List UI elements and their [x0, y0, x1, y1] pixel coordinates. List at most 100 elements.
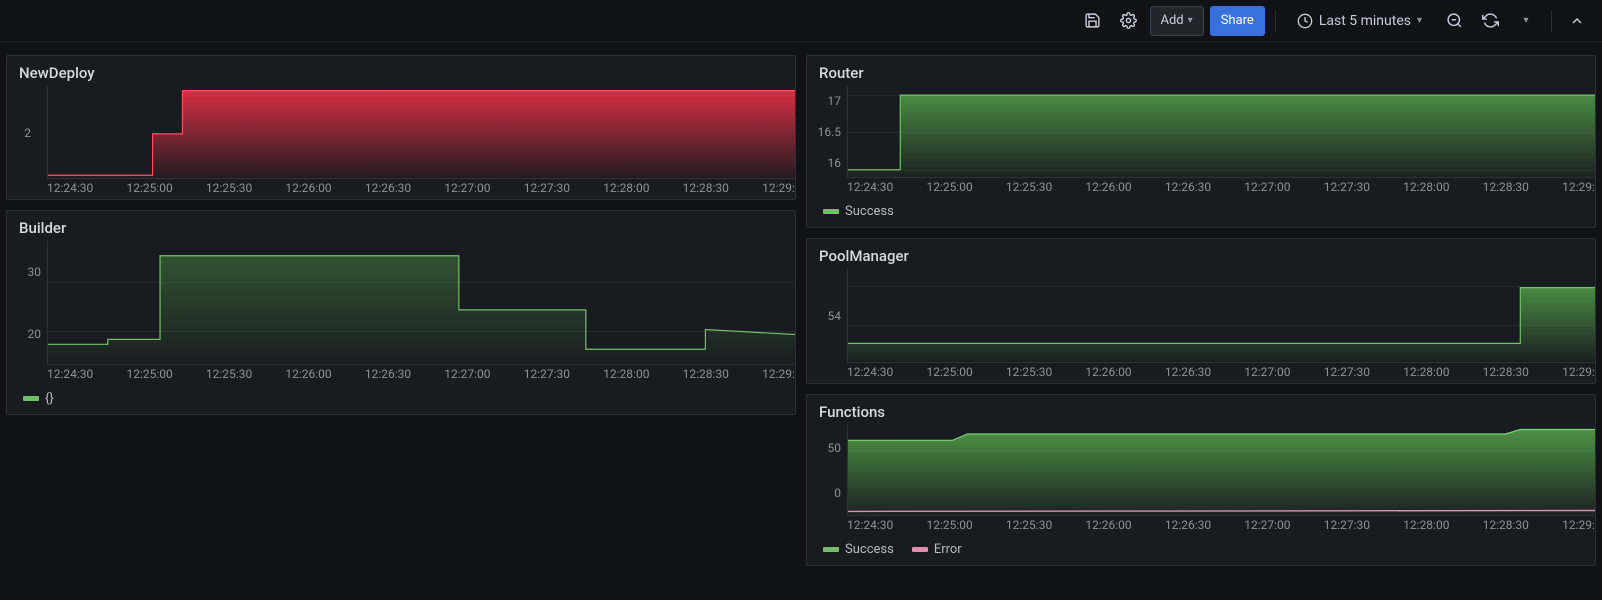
- x-tick: 12:24:30: [47, 181, 93, 199]
- x-tick: 12:28:30: [683, 367, 729, 385]
- left-column: NewDeploy 2: [6, 55, 796, 575]
- x-tick: 12:27:00: [1244, 518, 1290, 536]
- chart-svg: [48, 241, 795, 364]
- x-tick: 12:28:30: [1483, 180, 1529, 198]
- x-axis: 12:24:30 12:25:00 12:25:30 12:26:00 12:2…: [847, 363, 1595, 383]
- chart-svg: [848, 269, 1595, 362]
- dashboard-settings-button[interactable]: [1114, 6, 1144, 36]
- x-axis: 12:24:30 12:25:00 12:25:30 12:26:00 12:2…: [47, 365, 795, 385]
- clock-icon: [1297, 13, 1313, 29]
- legend-label: Success: [845, 542, 894, 557]
- x-tick: 12:27:30: [524, 181, 570, 199]
- chart-svg: [848, 86, 1595, 177]
- legend-label: {}: [45, 391, 54, 406]
- chart-svg: [848, 425, 1595, 515]
- legend: Success Error: [807, 536, 1595, 565]
- panel-functions[interactable]: Functions 50 0: [806, 394, 1596, 566]
- zoom-out-button[interactable]: [1439, 6, 1469, 36]
- y-tick: 17: [828, 94, 842, 108]
- y-axis: 54: [807, 269, 847, 363]
- time-range-picker[interactable]: Last 5 minutes ▾: [1286, 6, 1433, 36]
- y-axis: 17 16.5 16: [807, 86, 847, 178]
- x-tick: 12:26:30: [365, 367, 411, 385]
- plot-area[interactable]: [847, 86, 1595, 178]
- x-tick: 12:29:: [762, 367, 795, 385]
- x-tick: 12:25:00: [926, 518, 972, 536]
- legend-swatch-icon: [823, 547, 839, 552]
- x-tick: 12:27:30: [1324, 365, 1370, 383]
- legend: {}: [7, 385, 795, 414]
- panel-builder[interactable]: Builder 30 20: [6, 210, 796, 415]
- legend-item[interactable]: {}: [23, 391, 54, 406]
- y-axis: 2: [7, 86, 37, 179]
- x-tick: 12:27:00: [1244, 180, 1290, 198]
- y-tick: 20: [28, 327, 42, 341]
- x-tick: 12:28:30: [683, 181, 729, 199]
- x-tick: 12:29:: [1562, 180, 1595, 198]
- x-tick: 12:29:: [1562, 365, 1595, 383]
- save-icon: [1084, 12, 1101, 29]
- legend-item-success[interactable]: Success: [823, 542, 894, 557]
- y-tick: 50: [828, 441, 842, 455]
- panel-title: PoolManager: [807, 239, 1595, 269]
- add-panel-button[interactable]: Add ▾: [1150, 6, 1204, 36]
- x-tick: 12:28:30: [1483, 365, 1529, 383]
- x-tick: 12:26:00: [285, 181, 331, 199]
- x-tick: 12:27:30: [524, 367, 570, 385]
- x-tick: 12:28:00: [603, 181, 649, 199]
- save-dashboard-button[interactable]: [1078, 6, 1108, 36]
- y-tick: 2: [24, 126, 31, 140]
- x-tick: 12:25:30: [1006, 365, 1052, 383]
- y-axis: 50 0: [807, 425, 847, 516]
- x-tick: 12:28:00: [1403, 518, 1449, 536]
- y-axis: 30 20: [7, 241, 47, 365]
- y-tick: 0: [834, 486, 841, 500]
- x-tick: 12:29:: [762, 181, 795, 199]
- x-tick: 12:27:30: [1324, 180, 1370, 198]
- panel-poolmanager[interactable]: PoolManager 54: [806, 238, 1596, 384]
- toolbar-separator: [1275, 10, 1276, 32]
- x-tick: 12:25:00: [126, 181, 172, 199]
- panel-title: Router: [807, 56, 1595, 86]
- plot-area[interactable]: [847, 425, 1595, 516]
- refresh-button[interactable]: [1475, 6, 1505, 36]
- dashboard-toolbar: Add ▾ Share Last 5 minutes ▾ ▾: [0, 0, 1602, 42]
- legend-swatch-icon: [23, 396, 39, 401]
- share-button[interactable]: Share: [1210, 6, 1265, 36]
- x-tick: 12:25:00: [126, 367, 172, 385]
- refresh-interval-button[interactable]: ▾: [1511, 6, 1541, 36]
- panel-router[interactable]: Router 17 16.5 16: [806, 55, 1596, 228]
- x-tick: 12:26:30: [1165, 180, 1211, 198]
- x-tick: 12:28:00: [603, 367, 649, 385]
- x-tick: 12:27:00: [444, 367, 490, 385]
- x-tick: 12:24:30: [847, 365, 893, 383]
- dashboard-grid: NewDeploy 2: [6, 55, 1596, 594]
- x-tick: 12:26:00: [1085, 365, 1131, 383]
- plot-area[interactable]: [47, 86, 795, 179]
- legend-label: Success: [845, 204, 894, 219]
- cycle-view-button[interactable]: [1562, 6, 1592, 36]
- legend-item[interactable]: Success: [823, 204, 894, 219]
- x-tick: 12:26:00: [1085, 518, 1131, 536]
- legend-item-error[interactable]: Error: [912, 542, 962, 557]
- x-tick: 12:24:30: [847, 518, 893, 536]
- chevron-down-icon: ▾: [1188, 15, 1193, 26]
- x-tick: 12:28:30: [1483, 518, 1529, 536]
- x-tick: 12:24:30: [47, 367, 93, 385]
- plot-area[interactable]: [47, 241, 795, 365]
- refresh-icon: [1482, 12, 1499, 29]
- legend-label: Error: [934, 542, 962, 557]
- x-tick: 12:28:00: [1403, 180, 1449, 198]
- x-tick: 12:26:00: [1085, 180, 1131, 198]
- x-tick: 12:25:30: [206, 367, 252, 385]
- panel-title: Builder: [7, 211, 795, 241]
- x-axis: 12:24:30 12:25:00 12:25:30 12:26:00 12:2…: [47, 179, 795, 199]
- legend: Success: [807, 198, 1595, 227]
- x-tick: 12:27:30: [1324, 518, 1370, 536]
- plot-area[interactable]: [847, 269, 1595, 363]
- gear-icon: [1120, 12, 1137, 29]
- time-range-label: Last 5 minutes: [1319, 13, 1411, 29]
- panel-newdeploy[interactable]: NewDeploy 2: [6, 55, 796, 200]
- legend-swatch-icon: [912, 547, 928, 552]
- x-tick: 12:27:00: [444, 181, 490, 199]
